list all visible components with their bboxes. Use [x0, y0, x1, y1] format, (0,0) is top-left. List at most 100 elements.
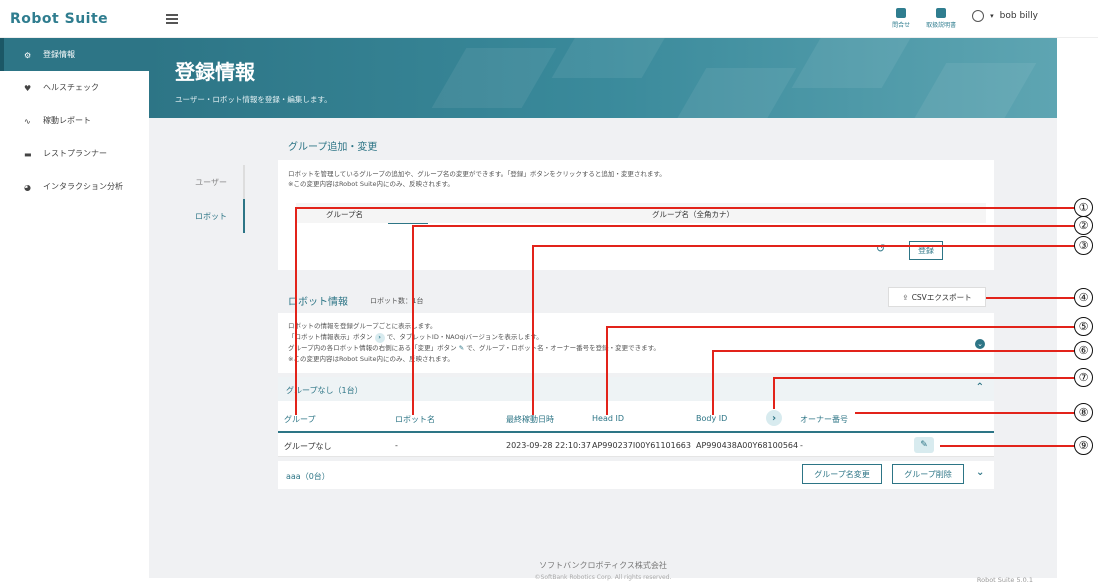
callout-line-8-h [855, 412, 1077, 414]
sidebar-item-rest-planner[interactable]: ▬ レストプランナー [0, 137, 149, 170]
page-subtitle: ユーザー・ロボット情報を登録・編集します。 [175, 95, 332, 104]
callout-line-5-v [606, 326, 608, 415]
callout-line-4-h [986, 297, 1077, 299]
footer: ソフトバンクロボティクス株式会社 ©SoftBank Robotics Corp… [149, 560, 1057, 581]
contact-button[interactable]: 問合せ [892, 8, 910, 29]
robot-info-desc-card: ロボットの情報を登録グループごとに表示します。 「ロボット情報表示」ボタン › … [278, 313, 994, 373]
tab-robot[interactable]: ロボット [180, 199, 245, 233]
group-add-card: ロボットを管理しているグループの追加や、グループ名の変更ができます。「登録」ボタ… [278, 160, 994, 270]
callout-line-7-h [773, 377, 1077, 379]
pie-chart-icon: ◕ [24, 182, 31, 192]
app-logo[interactable]: Robot Suite [10, 11, 108, 27]
robot-count: ロボット数：1台 [370, 297, 424, 305]
phone-icon [896, 8, 907, 18]
group-kana-header: グループ名（全角カナ） [652, 210, 735, 219]
robot-info-desc2a: 「ロボット情報表示」ボタン [288, 333, 373, 341]
sidebar-item-label: インタラクション分析 [43, 182, 123, 191]
group-none-header[interactable]: グループなし（1台） ⌃ [278, 377, 994, 401]
robot-info-desc2b: で、タブレットID・NAOqiバージョンを表示します。 [386, 333, 543, 341]
footer-copyright: ©SoftBank Robotics Corp. All rights rese… [534, 574, 672, 581]
callout-line-3-h [532, 245, 1077, 247]
callout-line-7-v [773, 377, 775, 409]
edit-robot-button[interactable]: ✎ [914, 437, 934, 453]
sidebar-item-activity-report[interactable]: ∿ 稼動レポート [0, 104, 149, 137]
csv-export-label: CSVエクスポート [911, 292, 972, 302]
chevron-right-icon: › [374, 333, 385, 343]
user-menu[interactable]: ▾ bob billy [972, 10, 1038, 22]
group-add-title: グループ追加・変更 [288, 142, 378, 153]
cell-head-id: AP990237I00Y61101663 [592, 441, 691, 450]
manual-label: 取扱説明書 [926, 22, 957, 29]
gears-icon: ⚙ [24, 50, 32, 60]
register-button[interactable]: 登録 [909, 241, 943, 260]
callout-line-9-h [940, 445, 1077, 447]
registration-tabs: ユーザー ロボット [180, 165, 245, 233]
reset-icon[interactable]: ↺ [876, 242, 885, 255]
robot-info-desc1: ロボットの情報を登録グループごとに表示します。 [288, 322, 437, 330]
callout-9: ⑨ [1074, 436, 1093, 455]
book-icon [936, 8, 947, 18]
callout-line-1-v [295, 207, 297, 415]
robot-info-desc3: グループ内の各ロボット情報の右側にある「変更」ボタン ✎ で、グループ・ロボット… [288, 344, 660, 353]
col-last-active: 最終稼動日時 [506, 415, 554, 424]
sidebar-item-health-check[interactable]: ♥ ヘルスチェック [0, 71, 149, 104]
cell-owner: - [800, 441, 803, 450]
csv-export-button[interactable]: ⇪ CSVエクスポート [888, 287, 986, 307]
callout-4: ④ [1074, 288, 1093, 307]
callout-1: ① [1074, 198, 1093, 217]
cell-body-id: AP990438A00Y68100564 [696, 441, 799, 450]
group-none-label: グループなし（1台） [286, 386, 363, 395]
bed-icon: ▬ [24, 149, 32, 159]
tab-user[interactable]: ユーザー [180, 165, 245, 199]
user-name: bob billy [999, 11, 1038, 21]
edit-icon: ✎ [920, 440, 928, 450]
sidebar-item-label: ヘルスチェック [43, 83, 99, 92]
sidebar-item-label: レストプランナー [43, 149, 107, 158]
manual-button[interactable]: 取扱説明書 [926, 8, 956, 29]
export-icon: ⇪ [902, 292, 909, 302]
group-add-note: ※この変更内容はRobot Suite内にのみ、反映されます。 [288, 180, 454, 188]
sidebar-item-interaction-analysis[interactable]: ◕ インタラクション分析 [0, 170, 149, 203]
col-head-id: Head ID [592, 414, 624, 423]
cell-group: グループなし [284, 442, 332, 451]
menu-toggle-icon[interactable] [166, 14, 178, 24]
page-header: 登録情報 ユーザー・ロボット情報を登録・編集します。 [149, 38, 1057, 118]
table-row: グループなし - 2023-09-28 22:10:37 AP990237I00… [278, 433, 994, 457]
chevron-down-icon: ▾ [990, 12, 994, 20]
app-version: Robot Suite 5.0.1 [976, 576, 1033, 584]
heartbeat-icon: ♥ [24, 83, 32, 93]
show-robot-info-button[interactable]: › [766, 410, 782, 426]
robot-info-desc2: 「ロボット情報表示」ボタン › で、タブレットID・NAOqiバージョンを表示し… [288, 333, 543, 343]
chevron-down-icon[interactable]: ⌄ [976, 467, 984, 478]
col-owner: オーナー番号 [800, 415, 848, 424]
callout-3: ③ [1074, 236, 1093, 255]
robot-info-title: ロボット情報 [288, 297, 348, 308]
line-chart-icon: ∿ [24, 116, 31, 126]
col-group: グループ [284, 415, 316, 424]
collapse-info-icon[interactable]: ⌄ [975, 339, 985, 349]
callout-7: ⑦ [1074, 368, 1093, 387]
group-aaa-header[interactable]: aaa（0台） グループ名変更 グループ削除 ⌄ [278, 461, 994, 489]
contact-label: 問合せ [892, 22, 911, 29]
footer-company: ソフトバンクロボティクス株式会社 [539, 561, 667, 570]
page-title: 登録情報 [175, 60, 255, 84]
group-name-input[interactable] [388, 223, 428, 224]
robot-info-desc4: ※この変更内容はRobot Suite内にのみ、反映されます。 [288, 355, 454, 363]
callout-2: ② [1074, 216, 1093, 235]
sidebar-item-label: 登録情報 [43, 50, 75, 59]
callout-8: ⑧ [1074, 403, 1093, 422]
group-none-table-header: グループ ロボット名 最終稼動日時 Head ID Body ID › オーナー… [278, 401, 994, 433]
group-add-table-header: グループ名 グループ名（全角カナ） [296, 203, 986, 223]
chevron-up-icon[interactable]: ⌃ [976, 382, 984, 393]
group-add-desc: ロボットを管理しているグループの追加や、グループ名の変更ができます。「登録」ボタ… [288, 170, 666, 178]
sidebar-item-registration[interactable]: ⚙ 登録情報 [0, 38, 149, 71]
rename-group-button[interactable]: グループ名変更 [802, 464, 882, 484]
callout-line-3-v [532, 245, 534, 415]
edit-icon: ✎ [458, 344, 465, 352]
col-body-id: Body ID [696, 414, 728, 423]
callout-line-2-h [412, 225, 1077, 227]
callout-line-2-v [412, 225, 414, 415]
cell-last-active: 2023-09-28 22:10:37 [506, 441, 591, 450]
callout-line-5-h [606, 326, 1077, 328]
delete-group-button[interactable]: グループ削除 [892, 464, 964, 484]
